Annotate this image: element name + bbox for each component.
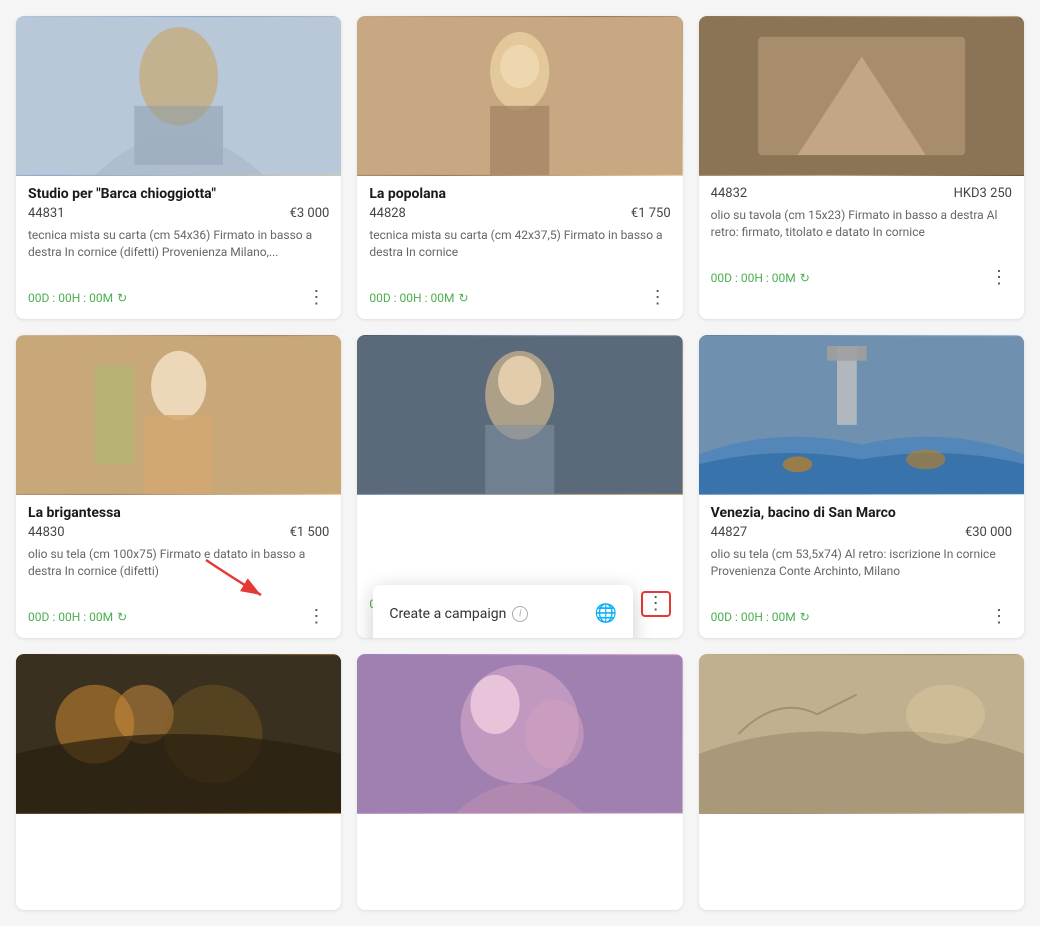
card-4-number: 44830 (28, 525, 65, 540)
card-1-number: 44831 (28, 206, 65, 221)
card-5-image (357, 335, 682, 495)
card-2-price: €1 750 (631, 206, 671, 221)
card-4-more-button[interactable]: ⋮ (303, 606, 329, 628)
timer-label-6: 00D : 00H : 00M (711, 610, 796, 624)
card-2-meta: 44828 €1 750 (369, 206, 670, 221)
popup-create-campaign-row: Create a campaign i 🌐 (373, 593, 633, 634)
card-1-title: Studio per "Barca chioggiotta" (28, 186, 329, 202)
card-9-image (699, 654, 1024, 814)
popup-create-campaign-left: Create a campaign i (389, 606, 528, 622)
artwork-grid: Studio per "Barca chioggiotta" 44831 €3 … (16, 16, 1024, 910)
card-6-image (699, 335, 1024, 495)
card-9-footer (699, 894, 1024, 910)
card-2-image (357, 16, 682, 176)
card-2: La popolana 44828 €1 750 tecnica mista s… (357, 16, 682, 319)
card-5: 00D : 00H : 00M ↻ ⋮ Create a campaign i … (357, 335, 682, 638)
card-1-desc: tecnica mista su carta (cm 54x36) Firmat… (28, 227, 329, 263)
card-1: Studio per "Barca chioggiotta" 44831 €3 … (16, 16, 341, 319)
card-5-more-button[interactable]: ⋮ (641, 591, 671, 617)
card-7-footer (16, 894, 341, 910)
card-8 (357, 654, 682, 910)
card-7-image (16, 654, 341, 814)
card-6-body: Venezia, bacino di San Marco 44827 €30 0… (699, 495, 1024, 600)
card-3-meta: 44832 HKD3 250 (711, 186, 1012, 201)
card-1-price: €3 000 (290, 206, 330, 221)
create-campaign-info-icon[interactable]: i (512, 606, 528, 622)
card-4: La brigantessa 44830 €1 500 olio su tela… (16, 335, 341, 638)
card-3-body: 44832 HKD3 250 olio su tavola (cm 15x23)… (699, 176, 1024, 261)
card-2-desc: tecnica mista su carta (cm 42x37,5) Firm… (369, 227, 670, 263)
card-1-timer: 00D : 00H : 00M ↻ (28, 291, 127, 305)
card-1-body: Studio per "Barca chioggiotta" 44831 €3 … (16, 176, 341, 281)
card-1-more-button[interactable]: ⋮ (303, 287, 329, 309)
card-6-more-button[interactable]: ⋮ (986, 606, 1012, 628)
card-9-body (699, 814, 1024, 894)
create-campaign-label: Create a campaign (389, 606, 506, 622)
card-6: Venezia, bacino di San Marco 44827 €30 0… (699, 335, 1024, 638)
card-2-footer: 00D : 00H : 00M ↻ ⋮ (357, 281, 682, 319)
card-6-title: Venezia, bacino di San Marco (711, 505, 1012, 521)
card-6-meta: 44827 €30 000 (711, 525, 1012, 540)
popup-display-row: Display i (373, 634, 633, 638)
card-4-desc: olio su tela (cm 100x75) Firmato e datat… (28, 546, 329, 582)
card-8-image (357, 654, 682, 814)
card-4-price: €1 500 (290, 525, 330, 540)
card-5-body (357, 495, 682, 585)
refresh-icon-2[interactable]: ↻ (458, 291, 468, 305)
card-4-image (16, 335, 341, 495)
card-3-timer: 00D : 00H : 00M ↻ (711, 271, 810, 285)
card-3-price: HKD3 250 (954, 186, 1012, 201)
timer-label-3: 00D : 00H : 00M (711, 271, 796, 285)
card-6-desc: olio su tela (cm 53,5x74) Al retro: iscr… (711, 546, 1012, 582)
timer-label: 00D : 00H : 00M (28, 291, 113, 305)
refresh-icon-3[interactable]: ↻ (800, 271, 810, 285)
card-2-body: La popolana 44828 €1 750 tecnica mista s… (357, 176, 682, 281)
card-1-image (16, 16, 341, 176)
globe-icon: 🌐 (595, 603, 617, 624)
card-3-desc: olio su tavola (cm 15x23) Firmato in bas… (711, 207, 1012, 243)
card-4-meta: 44830 €1 500 (28, 525, 329, 540)
card-3: 44832 HKD3 250 olio su tavola (cm 15x23)… (699, 16, 1024, 319)
timer-label-2: 00D : 00H : 00M (369, 291, 454, 305)
card-2-title: La popolana (369, 186, 670, 202)
card-8-body (357, 814, 682, 894)
context-menu-popup: Create a campaign i 🌐 Display i On sale … (373, 585, 633, 638)
refresh-icon[interactable]: ↻ (117, 291, 127, 305)
card-6-timer: 00D : 00H : 00M ↻ (711, 610, 810, 624)
card-8-footer (357, 894, 682, 910)
card-2-timer: 00D : 00H : 00M ↻ (369, 291, 468, 305)
card-6-price: €30 000 (965, 525, 1012, 540)
card-3-more-button[interactable]: ⋮ (986, 267, 1012, 289)
card-4-body: La brigantessa 44830 €1 500 olio su tela… (16, 495, 341, 600)
card-3-footer: 00D : 00H : 00M ↻ ⋮ (699, 261, 1024, 299)
refresh-icon-4[interactable]: ↻ (117, 610, 127, 624)
card-3-image (699, 16, 1024, 176)
card-1-meta: 44831 €3 000 (28, 206, 329, 221)
card-7 (16, 654, 341, 910)
card-6-number: 44827 (711, 525, 748, 540)
card-2-more-button[interactable]: ⋮ (645, 287, 671, 309)
card-9 (699, 654, 1024, 910)
card-4-footer: 00D : 00H : 00M ↻ ⋮ (16, 600, 341, 638)
card-6-footer: 00D : 00H : 00M ↻ ⋮ (699, 600, 1024, 638)
card-7-body (16, 814, 341, 894)
refresh-icon-6[interactable]: ↻ (800, 610, 810, 624)
card-3-number: 44832 (711, 186, 748, 201)
timer-label-4: 00D : 00H : 00M (28, 610, 113, 624)
card-1-footer: 00D : 00H : 00M ↻ ⋮ (16, 281, 341, 319)
card-4-title: La brigantessa (28, 505, 329, 521)
card-4-timer: 00D : 00H : 00M ↻ (28, 610, 127, 624)
card-2-number: 44828 (369, 206, 406, 221)
